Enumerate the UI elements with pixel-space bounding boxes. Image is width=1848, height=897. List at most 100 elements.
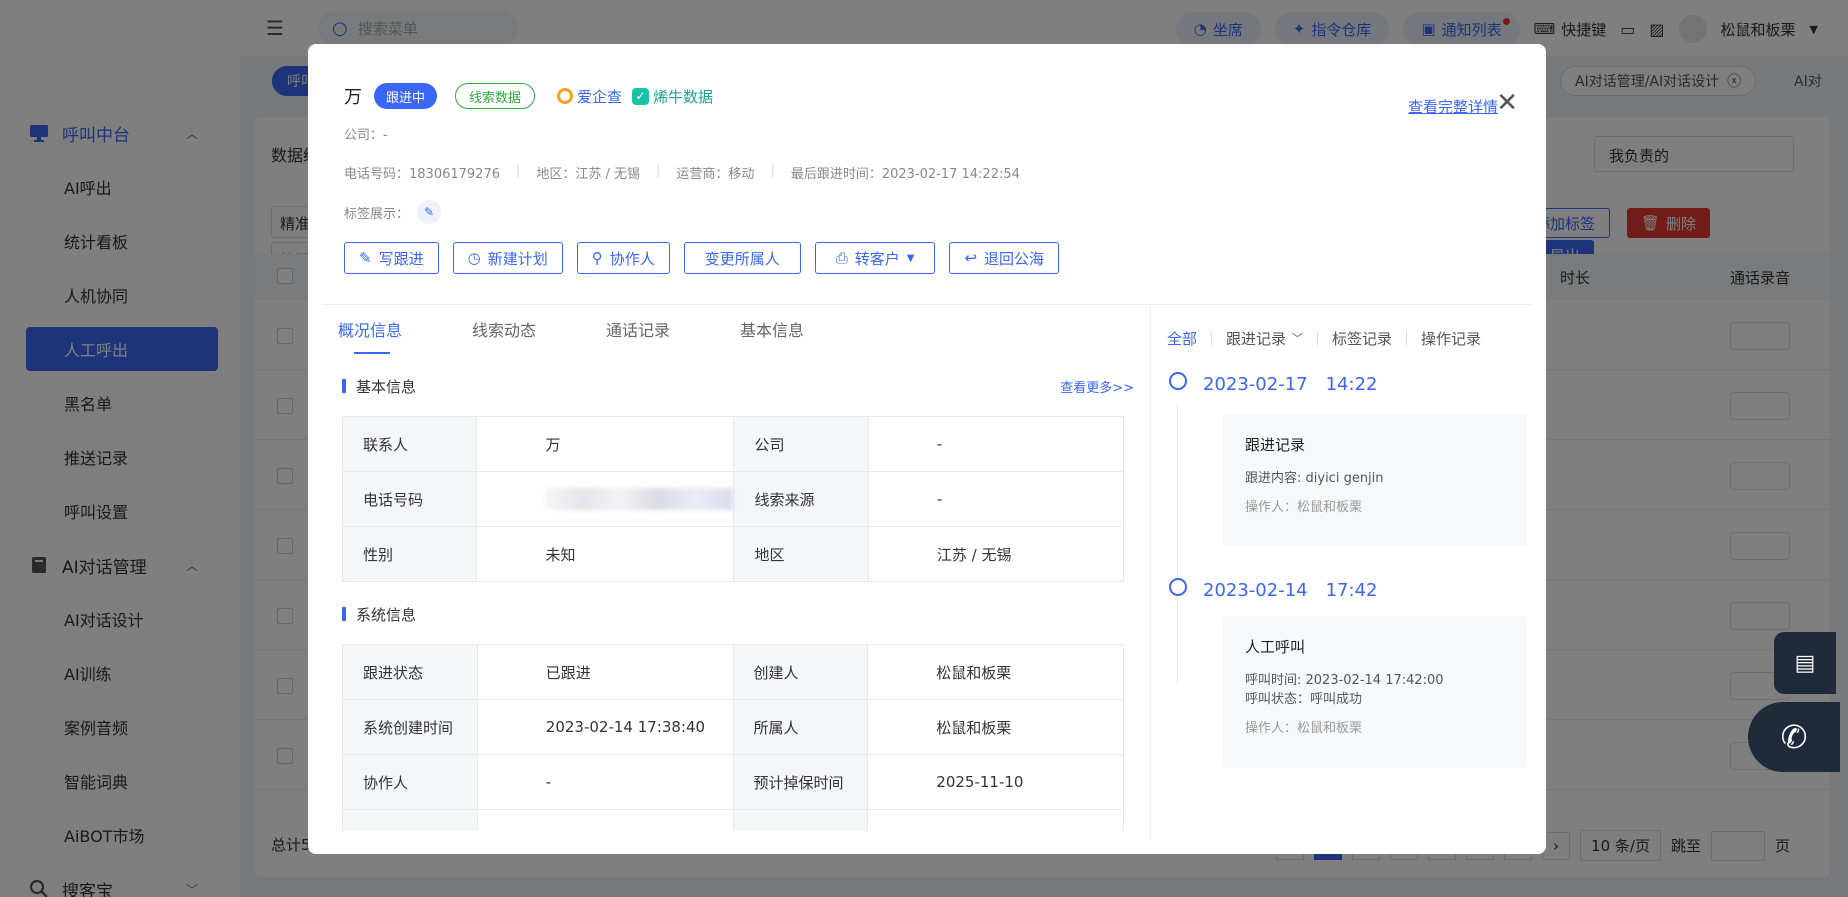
tag-line: 标签展示： ✎ [344, 200, 1510, 224]
field-label: 所属人 [732, 699, 869, 755]
table-row: 性别 未知 地区 江苏 / 无锡 [341, 526, 1125, 582]
timeline-dot [1169, 372, 1187, 390]
edit-note-icon: ✎ [359, 249, 372, 267]
section-title-text: 系统信息 [356, 605, 417, 624]
field-label: 性别 [341, 526, 478, 582]
status-badge: 跟进中 [374, 83, 438, 109]
button-label: 协作人 [609, 249, 655, 268]
overview-panel: 概况信息 线索动态 通话记录 基本信息 基本信息 查看更多>> 联系人 万 公司… [322, 304, 1158, 840]
field-value: 松鼠和板栗 [867, 699, 1124, 755]
filter-all[interactable]: 全部 [1167, 328, 1197, 349]
button-label: 新建计划 [487, 249, 548, 268]
timeline-card-title: 人工呼叫 [1245, 638, 1306, 656]
company-text: 公司：- [344, 128, 388, 143]
field-value: 江苏 / 无锡 [867, 526, 1125, 582]
field-label: 跟进状态 [342, 644, 478, 700]
tag-label: 标签展示： [344, 206, 410, 222]
timeline-time: 2023-02-14 17:42 [1203, 580, 1378, 601]
filter-follow-records[interactable]: 跟进记录 ﹀ [1226, 328, 1303, 349]
filter-label: 跟进记录 [1226, 329, 1287, 348]
field-value: 2025-11-10 [867, 754, 1124, 810]
separator [1317, 331, 1319, 345]
chat-float-button[interactable]: ▤ [1774, 632, 1836, 694]
field-label: 创建人 [732, 644, 869, 700]
caret-down-icon: ▼ [906, 252, 915, 264]
tab-overview[interactable]: 概况信息 [338, 304, 472, 354]
tab-call-records[interactable]: 通话记录 [606, 304, 740, 354]
carrier-text: 运营商：移动 [676, 167, 755, 182]
blurred-phone [545, 488, 734, 510]
timeline-card: 跟进记录 跟进内容: diyici genjin 操作人：松鼠和板栗 [1223, 414, 1527, 546]
field-value: 未知 [476, 526, 735, 582]
table-row: 电话号码 线索来源 - [341, 471, 1125, 527]
write-follow-button[interactable]: ✎ 写跟进 [344, 242, 439, 274]
contact-meta-line: 电话号码：18306179276 | 地区：江苏 / 无锡 | 运营商：移动 | 最后… [344, 163, 1510, 182]
return-pool-button[interactable]: ↩ 退回公海 [949, 242, 1060, 274]
close-icon[interactable]: ✕ [1496, 90, 1518, 116]
field-label: 电话号码 [341, 471, 478, 527]
return-icon: ↩ [964, 249, 978, 267]
tab-basic-info[interactable]: 基本信息 [740, 304, 874, 354]
table-row: 系统创建时间 2023-02-14 17:38:40 所属人 松鼠和板栗 [342, 699, 1124, 755]
lead-detail-modal: 万 跟进中 线索数据 爱企查 ✓ 烯牛数据 公司：- 电话号码：183061792… [308, 44, 1546, 854]
timeline-card-title: 跟进记录 [1245, 436, 1306, 454]
separator: | [770, 163, 775, 178]
name-row: 万 跟进中 线索数据 爱企查 ✓ 烯牛数据 [344, 82, 1510, 110]
record-filters: 全部 跟进记录 ﹀ 标签记录 操作记录 [1151, 304, 1532, 372]
chevron-down-icon: ﹀ [1292, 332, 1304, 345]
field-label: 线索来源 [733, 471, 869, 527]
basic-info-table: 联系人 万 公司 - 电话号码 线索来源 - 性别 未知 地区 江苏 / 无锡 [341, 416, 1125, 582]
modal-header: 万 跟进中 线索数据 爱企查 ✓ 烯牛数据 公司：- 电话号码：183061792… [344, 82, 1510, 274]
timeline-card-operator: 操作人：松鼠和板栗 [1245, 721, 1363, 736]
system-info-table: 跟进状态 已跟进 创建人 松鼠和板栗 系统创建时间 2023-02-14 17:… [342, 644, 1124, 831]
collaborator-button[interactable]: ⚲ 协作人 [576, 242, 670, 274]
source-label: 烯牛数据 [653, 87, 714, 106]
to-customer-button[interactable]: ⎙ 转客户 ▼ [814, 242, 936, 274]
xiniu-icon: ✓ [632, 87, 650, 105]
tab-lead-activity[interactable]: 线索动态 [472, 304, 606, 354]
field-label: 系统创建时间 [342, 699, 478, 755]
timeline-card-line: 呼叫时间: 2023-02-14 17:42:00 [1245, 673, 1444, 688]
region-text: 地区：江苏 / 无锡 [536, 167, 641, 182]
last-follow-text: 最后跟进时间：2023-02-17 14:22:54 [790, 167, 1020, 182]
edit-tag-icon[interactable]: ✎ [417, 200, 442, 224]
filter-tag-records[interactable]: 标签记录 [1332, 328, 1392, 349]
field-value: - [867, 471, 1125, 527]
separator [1211, 331, 1213, 345]
field-label: 地区 [733, 526, 869, 582]
full-detail-link[interactable]: 查看完整详情 [1408, 96, 1498, 117]
section-title-text: 基本信息 [356, 377, 417, 396]
field-label: 公司 [733, 416, 869, 472]
lead-name: 万 [344, 87, 362, 108]
system-info-scroll[interactable]: 跟进状态 已跟进 创建人 松鼠和板栗 系统创建时间 2023-02-14 17:… [322, 644, 1158, 831]
table-row: 跟进状态 已跟进 创建人 松鼠和板栗 [342, 644, 1124, 700]
button-label: 转客户 [854, 249, 900, 268]
detail-tabs: 概况信息 线索动态 通话记录 基本信息 [322, 304, 1158, 354]
timeline-dot [1169, 578, 1187, 596]
basic-info-section-title: 基本信息 查看更多>> [322, 374, 1158, 398]
phone-value-masked [476, 471, 735, 527]
aiqicha-link[interactable]: 爱企查 [557, 86, 622, 107]
filter-op-records[interactable]: 操作记录 [1421, 328, 1481, 349]
see-more-link[interactable]: 查看更多>> [1060, 377, 1134, 396]
timeline-time: 2023-02-17 14:22 [1203, 374, 1378, 395]
timeline-line [1177, 404, 1178, 684]
source-label: 爱企查 [577, 87, 623, 106]
separator: | [656, 163, 661, 178]
type-badge: 线索数据 [455, 83, 536, 109]
change-owner-button[interactable]: 变更所属人 [683, 242, 801, 274]
aiqicha-icon [557, 88, 574, 104]
new-plan-button[interactable]: ◷ 新建计划 [452, 242, 563, 274]
button-label: 写跟进 [378, 249, 424, 268]
timeline-card: 人工呼叫 呼叫时间: 2023-02-14 17:42:00 呼叫状态：呼叫成功… [1223, 616, 1527, 768]
phone-text: 电话号码：18306179276 [344, 167, 500, 182]
phone-float-button[interactable]: ✆ [1748, 702, 1840, 772]
action-row: ✎ 写跟进 ◷ 新建计划 ⚲ 协作人 变更所属人 ⎙ 转客户 ▼ ↩ 退回公海 [344, 242, 1510, 274]
timeline-card-operator: 操作人：松鼠和板栗 [1245, 500, 1363, 515]
records-panel: 全部 跟进记录 ﹀ 标签记录 操作记录 2023-02-17 14:22 跟进记录… [1150, 304, 1532, 840]
collaborator-icon: ⚲ [591, 249, 603, 267]
field-value: - [476, 754, 734, 810]
xiniu-link[interactable]: ✓ 烯牛数据 [632, 86, 713, 107]
separator: | [515, 163, 521, 178]
table-row: 联系人 万 公司 - [341, 416, 1125, 472]
